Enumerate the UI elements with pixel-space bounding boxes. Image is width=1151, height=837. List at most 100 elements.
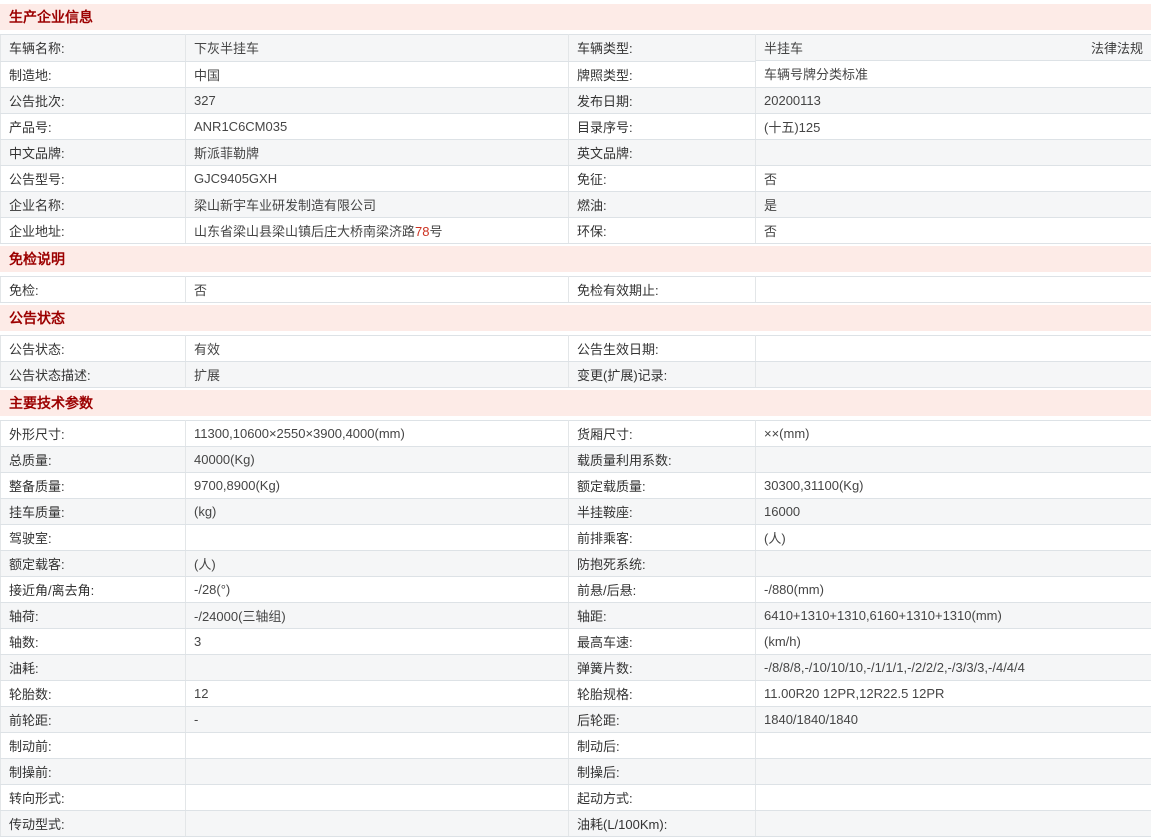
field-value: [185, 758, 569, 785]
table-row: 轴数: 3 最高车速: (km/h): [0, 628, 1151, 655]
field-value: [755, 361, 1151, 388]
field-value: [185, 654, 569, 681]
table-row: 公告状态: 有效 公告生效日期:: [0, 335, 1151, 362]
field-value: 否: [185, 276, 569, 303]
laws-regulations-link[interactable]: 法律法规: [1091, 38, 1143, 57]
field-value: [755, 446, 1151, 473]
table-row: 整备质量: 9700,8900(Kg) 额定载质量: 30300,31100(Kg): [0, 472, 1151, 499]
field-value: -: [185, 706, 569, 733]
field-value: 梁山新宇车业研发制造有限公司: [185, 191, 569, 218]
field-value: 11.00R20 12PR,12R22.5 12PR: [755, 680, 1151, 707]
field-label: 车辆名称:: [0, 34, 186, 62]
field-label: 制动后:: [568, 732, 756, 759]
field-value: 11300,10600×2550×3900,4000(mm): [185, 420, 569, 447]
field-label: 燃油:: [568, 191, 756, 218]
field-value: [755, 784, 1151, 811]
field-value: 3: [185, 628, 569, 655]
field-label: 免检有效期止:: [568, 276, 756, 303]
highlighted-text: 78: [415, 223, 430, 239]
field-value: (km/h): [755, 628, 1151, 655]
section-inspection-exemption: 免检说明 免检: 否免检有效期止:: [0, 245, 1151, 303]
field-label: 半挂鞍座:: [568, 498, 756, 525]
field-value: 扩展: [185, 361, 569, 388]
field-label: 车辆类型:: [568, 34, 756, 62]
field-label: 防抱死系统:: [568, 550, 756, 577]
field-value: 16000: [755, 498, 1151, 525]
field-label: 弹簧片数:: [568, 654, 756, 681]
field-label: 企业地址:: [0, 217, 186, 244]
field-label: 轴荷:: [0, 602, 186, 629]
field-value: [755, 550, 1151, 577]
field-label: 油耗:: [0, 654, 186, 681]
field-label: 制造地:: [0, 61, 186, 88]
field-label: 转向形式:: [0, 784, 186, 811]
field-value: 下灰半挂车: [185, 34, 569, 62]
table-row: 传动型式: 油耗(L/100Km):: [0, 810, 1151, 837]
field-value: [185, 784, 569, 811]
field-value: (十五)125: [755, 113, 1151, 140]
table-row: 挂车质量: (kg) 半挂鞍座: 16000: [0, 498, 1151, 525]
table-row: 中文品牌: 斯派菲勒牌 英文品牌:: [0, 139, 1151, 166]
field-label: 后轮距:: [568, 706, 756, 733]
field-label: 制操前:: [0, 758, 186, 785]
table-row: 公告状态描述: 扩展 变更(扩展)记录:: [0, 361, 1151, 388]
table-row: 车辆名称: 下灰半挂车 车辆类型: 半挂车 法律法规: [0, 34, 1151, 62]
field-value: 30300,31100(Kg): [755, 472, 1151, 499]
field-value: -/24000(三轴组): [185, 602, 569, 629]
field-label: 英文品牌:: [568, 139, 756, 166]
field-value: [755, 810, 1151, 837]
field-label: 轴数:: [0, 628, 186, 655]
field-value: [185, 810, 569, 837]
section-title-inspection-exemption: 免检说明: [0, 245, 1151, 272]
field-value: [755, 732, 1151, 759]
field-label: 起动方式:: [568, 784, 756, 811]
field-value: 否: [755, 217, 1151, 244]
inspection-exemption-table: 免检: 否免检有效期止:: [0, 275, 1151, 303]
section-title-main-technical-parameters: 主要技术参数: [0, 389, 1151, 416]
field-value: 中国: [185, 61, 569, 88]
field-label: 整备质量:: [0, 472, 186, 499]
field-label: 变更(扩展)记录:: [568, 361, 756, 388]
field-label: 轴距:: [568, 602, 756, 629]
table-row: 前轮距: - 后轮距: 1840/1840/1840: [0, 706, 1151, 733]
table-row: 制操前: 制操后:: [0, 758, 1151, 785]
field-label: 前排乘客:: [568, 524, 756, 551]
field-label: 接近角/离去角:: [0, 576, 186, 603]
table-row: 轴荷: -/24000(三轴组) 轴距: 6410+1310+1310,6160+13…: [0, 602, 1151, 629]
field-label: 环保:: [568, 217, 756, 244]
field-value: -/28(°): [185, 576, 569, 603]
table-row: 轮胎数: 12 轮胎规格: 11.00R20 12PR,12R22.5 12PR: [0, 680, 1151, 707]
field-value: (kg): [185, 498, 569, 525]
field-value: GJC9405GXH: [185, 165, 569, 192]
field-value: [755, 139, 1151, 166]
field-label: 公告状态:: [0, 335, 186, 362]
table-row: 企业名称: 梁山新宇车业研发制造有限公司 燃油: 是: [0, 191, 1151, 218]
field-value: 斯派菲勒牌: [185, 139, 569, 166]
field-value: (人): [185, 550, 569, 577]
field-value: 山东省梁山县梁山镇后庄大桥南梁济路78号: [185, 217, 569, 244]
field-value: ××(mm): [755, 420, 1151, 447]
field-label: 中文品牌:: [0, 139, 186, 166]
field-label: 公告状态描述:: [0, 361, 186, 388]
field-value: (人): [755, 524, 1151, 551]
table-row: 制造地: 中国 牌照类型: 车辆号牌分类标准: [0, 61, 1151, 88]
field-value: [185, 524, 569, 551]
table-row: 外形尺寸: 11300,10600×2550×3900,4000(mm) 货厢尺寸:…: [0, 420, 1151, 447]
field-label: 目录序号:: [568, 113, 756, 140]
table-row: 公告批次: 327 发布日期: 20200113: [0, 87, 1151, 114]
table-row: 油耗: 弹簧片数: -/8/8/8,-/10/10/10,-/1/1/1,-/2/2…: [0, 654, 1151, 681]
field-value: [755, 276, 1151, 303]
table-row: 接近角/离去角: -/28(°) 前悬/后悬: -/880(mm): [0, 576, 1151, 603]
field-value: [755, 758, 1151, 785]
field-label: 免检:: [0, 276, 186, 303]
table-row: 企业地址: 山东省梁山县梁山镇后庄大桥南梁济路78号 环保: 否: [0, 217, 1151, 244]
field-label: 前悬/后悬:: [568, 576, 756, 603]
field-value: 半挂车 法律法规: [756, 35, 1151, 61]
production-enterprise-info-table: 车辆名称: 下灰半挂车 车辆类型: 半挂车 法律法规 制造地: 中国 牌照类型: 车辆号牌分类标…: [0, 34, 1151, 244]
field-label: 公告型号:: [0, 165, 186, 192]
field-value: 40000(Kg): [185, 446, 569, 473]
table-row: 免检: 否免检有效期止:: [0, 276, 1151, 303]
field-label: 免征:: [568, 165, 756, 192]
field-value: 有效: [185, 335, 569, 362]
field-label: 轮胎规格:: [568, 680, 756, 707]
